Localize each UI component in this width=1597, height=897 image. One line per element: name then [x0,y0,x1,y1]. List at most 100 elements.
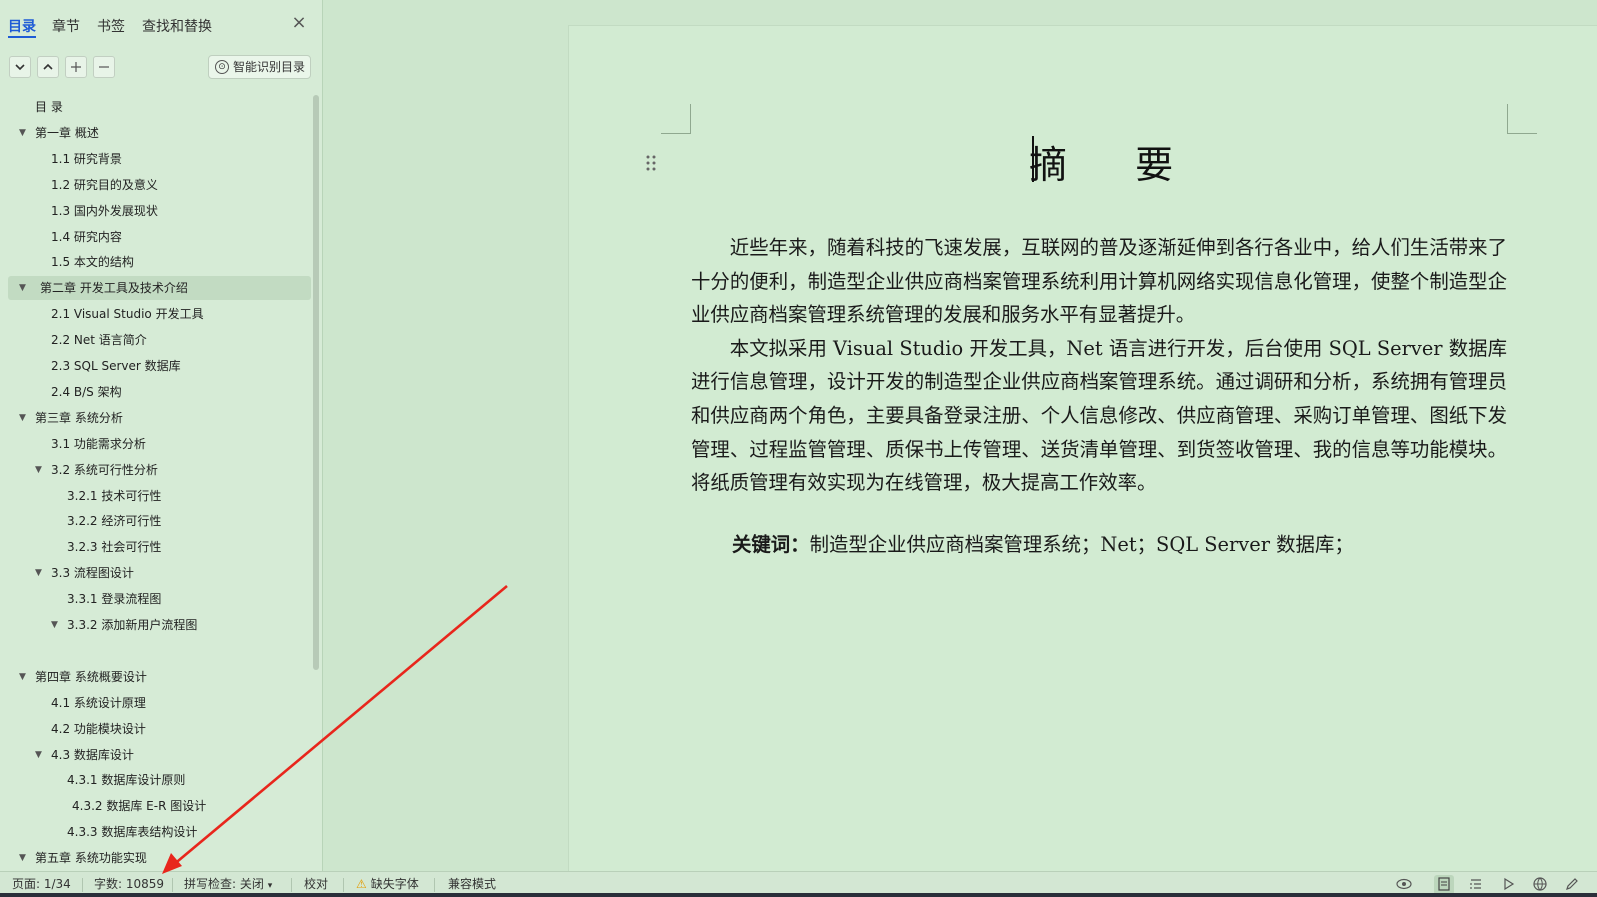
toc-item-label: 3.2 系统可行性分析 [51,462,158,477]
toc-item[interactable]: 1.2 研究目的及意义 [8,173,311,197]
caret-down-icon: ▾ [267,881,273,891]
toc-item-label: 1.5 本文的结构 [51,255,134,270]
page-view-icon[interactable] [1434,875,1454,895]
toc-item[interactable]: ▼ 第一章 概述 [8,121,311,145]
pen-icon[interactable] [1562,875,1582,895]
toc-item-label: 4.3.1 数据库设计原则 [67,773,186,788]
expand-arrow-icon[interactable]: ▼ [35,561,47,585]
drag-handle-icon[interactable] [645,154,657,172]
toc-item[interactable]: 3.2.1 技术可行性 [8,484,311,508]
toc-item[interactable]: 3.3.1 登录流程图 [8,587,311,611]
toc-item[interactable]: 1.4 研究内容 [8,225,311,249]
tab-chapters[interactable]: 章节 [52,16,80,36]
toc-item[interactable]: ▼ 第五章 系统功能实现 [8,846,311,870]
toc-item[interactable]: 2.3 SQL Server 数据库 [8,354,311,378]
divider [434,878,435,892]
toc-item-label: 第三章 系统分析 [35,410,123,425]
spell-check-label: 拼写检查: 关闭 [184,877,264,891]
close-icon[interactable]: × [288,12,310,34]
toc-item[interactable]: ▼ 第四章 系统概要设计 [8,665,311,689]
toc-item-label: 第二章 开发工具及技术介绍 [40,281,188,296]
document-area: 摘 要 近些年来，随着科技的飞速发展，互联网的普及逐渐延伸到各行各业中，给人们生… [323,0,1597,871]
eye-icon[interactable] [1394,875,1414,895]
missing-font-label: 缺失字体 [370,877,419,891]
toc-item-label: 4.3.3 数据库表结构设计 [67,825,198,840]
toc-item[interactable]: 1.1 研究背景 [8,147,311,171]
expand-arrow-icon[interactable]: ▼ [19,406,31,430]
toc-item-label: 目 录 [35,100,63,114]
abstract-paragraph: 本文拟采用 Visual Studio 开发工具，Net 语言进行开发，后台使用… [691,336,1507,495]
tab-bookmarks[interactable]: 书签 [97,16,125,36]
toc-item[interactable]: 2.2 Net 语言简介 [8,328,311,352]
toc-toolbar: ⊙ 智能识别目录 [0,54,323,84]
toc-item[interactable]: 2.1 Visual Studio 开发工具 [8,302,311,326]
toc-item-label: 4.1 系统设计原理 [51,695,146,710]
toc-item[interactable]: 4.3.1 数据库设计原则 [8,768,311,792]
toc-item-label: 1.2 研究目的及意义 [51,177,158,192]
divider [172,878,173,892]
toc-item[interactable]: 2.4 B/S 架构 [8,380,311,404]
document-page[interactable]: 摘 要 近些年来，随着科技的飞速发展，互联网的普及逐渐延伸到各行各业中，给人们生… [568,25,1597,871]
divider [291,878,292,892]
minus-icon[interactable] [93,56,115,78]
play-icon[interactable] [1498,875,1518,895]
margin-corner-right [1507,104,1537,134]
toc-item[interactable]: ▼ 4.3 数据库设计 [8,743,311,767]
toc-item-label: 3.2.1 技术可行性 [67,488,162,503]
toc-item[interactable]: ▼ 第二章 开发工具及技术介绍 [8,276,311,301]
margin-corner-left [661,104,691,134]
toc-item-label: 3.3.2 添加新用户流程图 [67,618,198,632]
toc-item-label: 4.3 数据库设计 [51,747,134,762]
expand-arrow-icon[interactable]: ▼ [19,665,31,689]
chevron-down-icon[interactable] [9,56,31,78]
toc-item[interactable]: 1.5 本文的结构 [8,250,311,274]
ai-icon: ⊙ [215,60,229,74]
plus-icon[interactable] [65,56,87,78]
tab-toc[interactable]: 目录 [8,16,36,36]
keywords-text: 制造型企业供应商档案管理系统；Net；SQL Server 数据库； [809,533,1354,556]
expand-arrow-icon[interactable]: ▼ [35,458,47,482]
toc-item[interactable]: ▼ 3.3.2 添加新用户流程图 [8,613,311,637]
taskbar-strip [0,893,1597,897]
outline-view-icon[interactable] [1466,875,1486,895]
toc-item[interactable]: 1.3 国内外发展现状 [8,199,311,223]
page-title: 摘 要 [1029,143,1202,187]
toc-item[interactable]: 4.3.2 数据库 E-R 图设计 [8,794,311,818]
toc-item[interactable]: ▼ 第三章 系统分析 [8,406,311,430]
expand-arrow-icon[interactable]: ▼ [19,121,31,145]
expand-arrow-icon[interactable]: ▼ [19,276,31,300]
toc-item-label: 2.1 Visual Studio 开发工具 [51,307,204,322]
navigation-pane: 目录 章节 书签 查找和替换 × ⊙ 智能识别目录 目 录 ▼ 第一章 概述 1.1 … [0,0,323,871]
active-tab-indicator [8,36,36,38]
toc-item[interactable]: 3.2.3 社会可行性 [8,535,311,559]
toc-scrollbar[interactable] [313,95,319,670]
expand-arrow-icon[interactable]: ▼ [35,743,47,767]
chevron-up-icon[interactable] [37,56,59,78]
toc-item-label: 第四章 系统概要设计 [35,669,147,684]
toc-item-label: 2.3 SQL Server 数据库 [51,359,181,373]
toc-item-label: 第五章 系统功能实现 [35,851,147,866]
toc-item-label: 4.2 功能模块设计 [51,721,146,736]
toc-item[interactable]: 4.3.3 数据库表结构设计 [8,820,311,844]
toc-item[interactable]: 3.1 功能需求分析 [8,432,311,456]
tab-find-replace[interactable]: 查找和替换 [142,16,212,36]
toc-item[interactable]: 3.2.2 经济可行性 [8,509,311,533]
toc-item-label: 1.1 研究背景 [51,151,122,166]
toc-item-label: 2.4 B/S 架构 [51,384,122,399]
toc-item[interactable]: 4.2 功能模块设计 [8,717,311,741]
keywords-line: 关键词：制造型企业供应商档案管理系统；Net；SQL Server 数据库； [732,528,1354,561]
web-layout-icon[interactable] [1530,875,1550,895]
nav-tabs: 目录 章节 书签 查找和替换 × [0,0,323,50]
toc-item[interactable]: 4.1 系统设计原理 [8,691,311,715]
toc-item[interactable]: ▼ 3.2 系统可行性分析 [8,458,311,482]
toc-item-label: 3.3 流程图设计 [51,566,134,581]
expand-arrow-icon[interactable]: ▼ [51,613,63,637]
expand-arrow-icon[interactable]: ▼ [19,846,31,870]
toc-item-label: 3.1 功能需求分析 [51,436,146,451]
smart-toc-button[interactable]: ⊙ 智能识别目录 [208,55,311,79]
warning-icon: ⚠ [356,877,367,891]
toc-item[interactable]: ▼ 3.3 流程图设计 [8,561,311,585]
toc-item[interactable]: 目 录 [8,95,311,119]
abstract-body: 近些年来，随着科技的飞速发展，互联网的普及逐渐延伸到各行各业中，给人们生活带来了… [691,231,1507,500]
smart-toc-label: 智能识别目录 [233,60,306,74]
